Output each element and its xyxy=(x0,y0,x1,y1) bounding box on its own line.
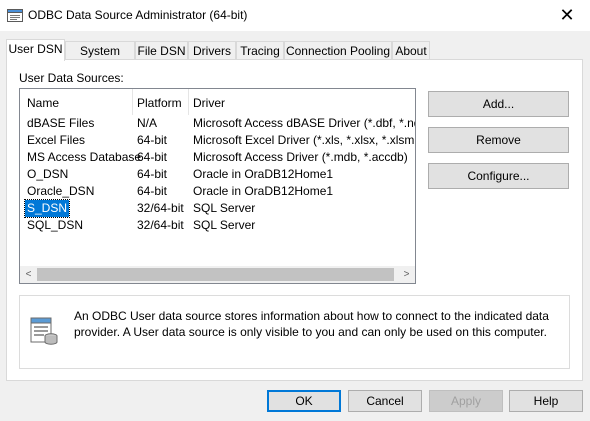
add-button-label: Add... xyxy=(482,97,515,111)
row-name: MS Access Database xyxy=(27,150,142,164)
add-button[interactable]: Add... xyxy=(428,91,569,117)
tab-label: About xyxy=(395,44,427,58)
close-icon: ✕ xyxy=(559,5,575,25)
cancel-button-label: Cancel xyxy=(366,394,404,408)
tab-connection-pooling[interactable]: Connection Pooling xyxy=(284,41,392,59)
row-name: Oracle_DSN xyxy=(27,184,95,198)
list-item[interactable]: dBASE Files N/A Microsoft Access dBASE D… xyxy=(20,115,415,132)
title-bar: ODBC Data Source Administrator (64-bit) … xyxy=(0,0,590,31)
tab-label: File DSN xyxy=(137,44,186,58)
scroll-left-icon[interactable]: < xyxy=(20,266,37,283)
info-description: An ODBC User data source stores informat… xyxy=(74,309,549,339)
column-header-platform[interactable]: Platform xyxy=(137,96,182,110)
configure-button-label: Configure... xyxy=(467,169,530,183)
row-platform: 64-bit xyxy=(137,184,168,198)
row-platform: 64-bit xyxy=(137,150,168,164)
tab-tracing[interactable]: Tracing xyxy=(236,41,284,59)
window-title: ODBC Data Source Administrator (64-bit) xyxy=(28,8,248,22)
row-platform: 32/64-bit xyxy=(137,218,184,232)
row-driver: Oracle in OraDB12Home1 xyxy=(193,184,334,198)
list-item[interactable]: MS Access Database 64-bit Microsoft Acce… xyxy=(20,149,415,166)
column-header-driver[interactable]: Driver xyxy=(193,96,225,110)
list-item[interactable]: SQL_DSN 32/64-bit SQL Server xyxy=(20,217,415,234)
row-driver: Microsoft Access dBASE Driver (*.dbf, *.… xyxy=(193,116,415,130)
remove-button-label: Remove xyxy=(476,133,521,147)
configure-button[interactable]: Configure... xyxy=(428,163,569,189)
ok-button-label: OK xyxy=(295,394,313,408)
cancel-button[interactable]: Cancel xyxy=(348,390,422,412)
row-name: SQL_DSN xyxy=(27,218,84,232)
tab-label: Drivers xyxy=(193,44,231,58)
dialog-footer: OK Cancel Apply Help xyxy=(0,381,590,421)
list-header: Name Platform Driver xyxy=(20,89,415,115)
info-box: An ODBC User data source stores informat… xyxy=(19,295,570,369)
row-driver: SQL Server xyxy=(193,201,256,215)
list-item-selected[interactable]: S_DSN 32/64-bit SQL Server xyxy=(20,199,415,218)
close-button[interactable]: ✕ xyxy=(544,0,590,31)
row-platform: 32/64-bit xyxy=(137,201,184,215)
row-driver: Microsoft Excel Driver (*.xls, *.xlsx, *… xyxy=(193,133,416,147)
horizontal-scrollbar[interactable]: < > xyxy=(20,266,415,283)
column-divider[interactable] xyxy=(132,89,133,115)
list-item[interactable]: Oracle_DSN 64-bit Oracle in OraDB12Home1 xyxy=(20,183,415,200)
row-platform: 64-bit xyxy=(137,133,168,147)
row-driver: SQL Server xyxy=(193,218,256,232)
help-button-label: Help xyxy=(533,394,559,408)
database-info-icon xyxy=(30,317,58,345)
scroll-thumb[interactable] xyxy=(37,268,394,281)
apply-button[interactable]: Apply xyxy=(429,390,503,412)
list-item[interactable]: O_DSN 64-bit Oracle in OraDB12Home1 xyxy=(20,166,415,183)
row-name: S_DSN xyxy=(23,199,71,218)
remove-button[interactable]: Remove xyxy=(428,127,569,153)
tab-user-dsn[interactable]: User DSN xyxy=(6,39,65,61)
row-name: Excel Files xyxy=(27,133,86,147)
scroll-right-icon[interactable]: > xyxy=(398,266,415,283)
user-data-sources-label: User Data Sources: xyxy=(19,71,124,85)
data-sources-list[interactable]: Name Platform Driver dBASE Files N/A Mic… xyxy=(19,88,416,284)
row-platform: 64-bit xyxy=(137,167,168,181)
row-name: O_DSN xyxy=(27,167,69,181)
tab-about[interactable]: About xyxy=(392,41,430,59)
tab-label: Connection Pooling xyxy=(285,44,391,58)
tab-system-dsn[interactable]: System DSN xyxy=(65,41,135,76)
tab-file-dsn[interactable]: File DSN xyxy=(135,41,188,59)
row-driver: Oracle in OraDB12Home1 xyxy=(193,167,334,181)
row-platform: N/A xyxy=(137,116,158,130)
row-driver: Microsoft Access Driver (*.mdb, *.accdb) xyxy=(193,150,408,164)
column-divider[interactable] xyxy=(188,89,189,115)
tab-drivers[interactable]: Drivers xyxy=(188,41,236,59)
tab-label: Tracing xyxy=(240,44,280,58)
column-header-name[interactable]: Name xyxy=(27,96,59,110)
list-item[interactable]: Excel Files 64-bit Microsoft Excel Drive… xyxy=(20,132,415,149)
help-button[interactable]: Help xyxy=(509,390,583,412)
ok-button[interactable]: OK xyxy=(267,390,341,412)
tab-label: User DSN xyxy=(8,42,63,56)
app-icon xyxy=(7,9,23,22)
row-name: dBASE Files xyxy=(27,116,95,130)
apply-button-label: Apply xyxy=(450,394,482,408)
